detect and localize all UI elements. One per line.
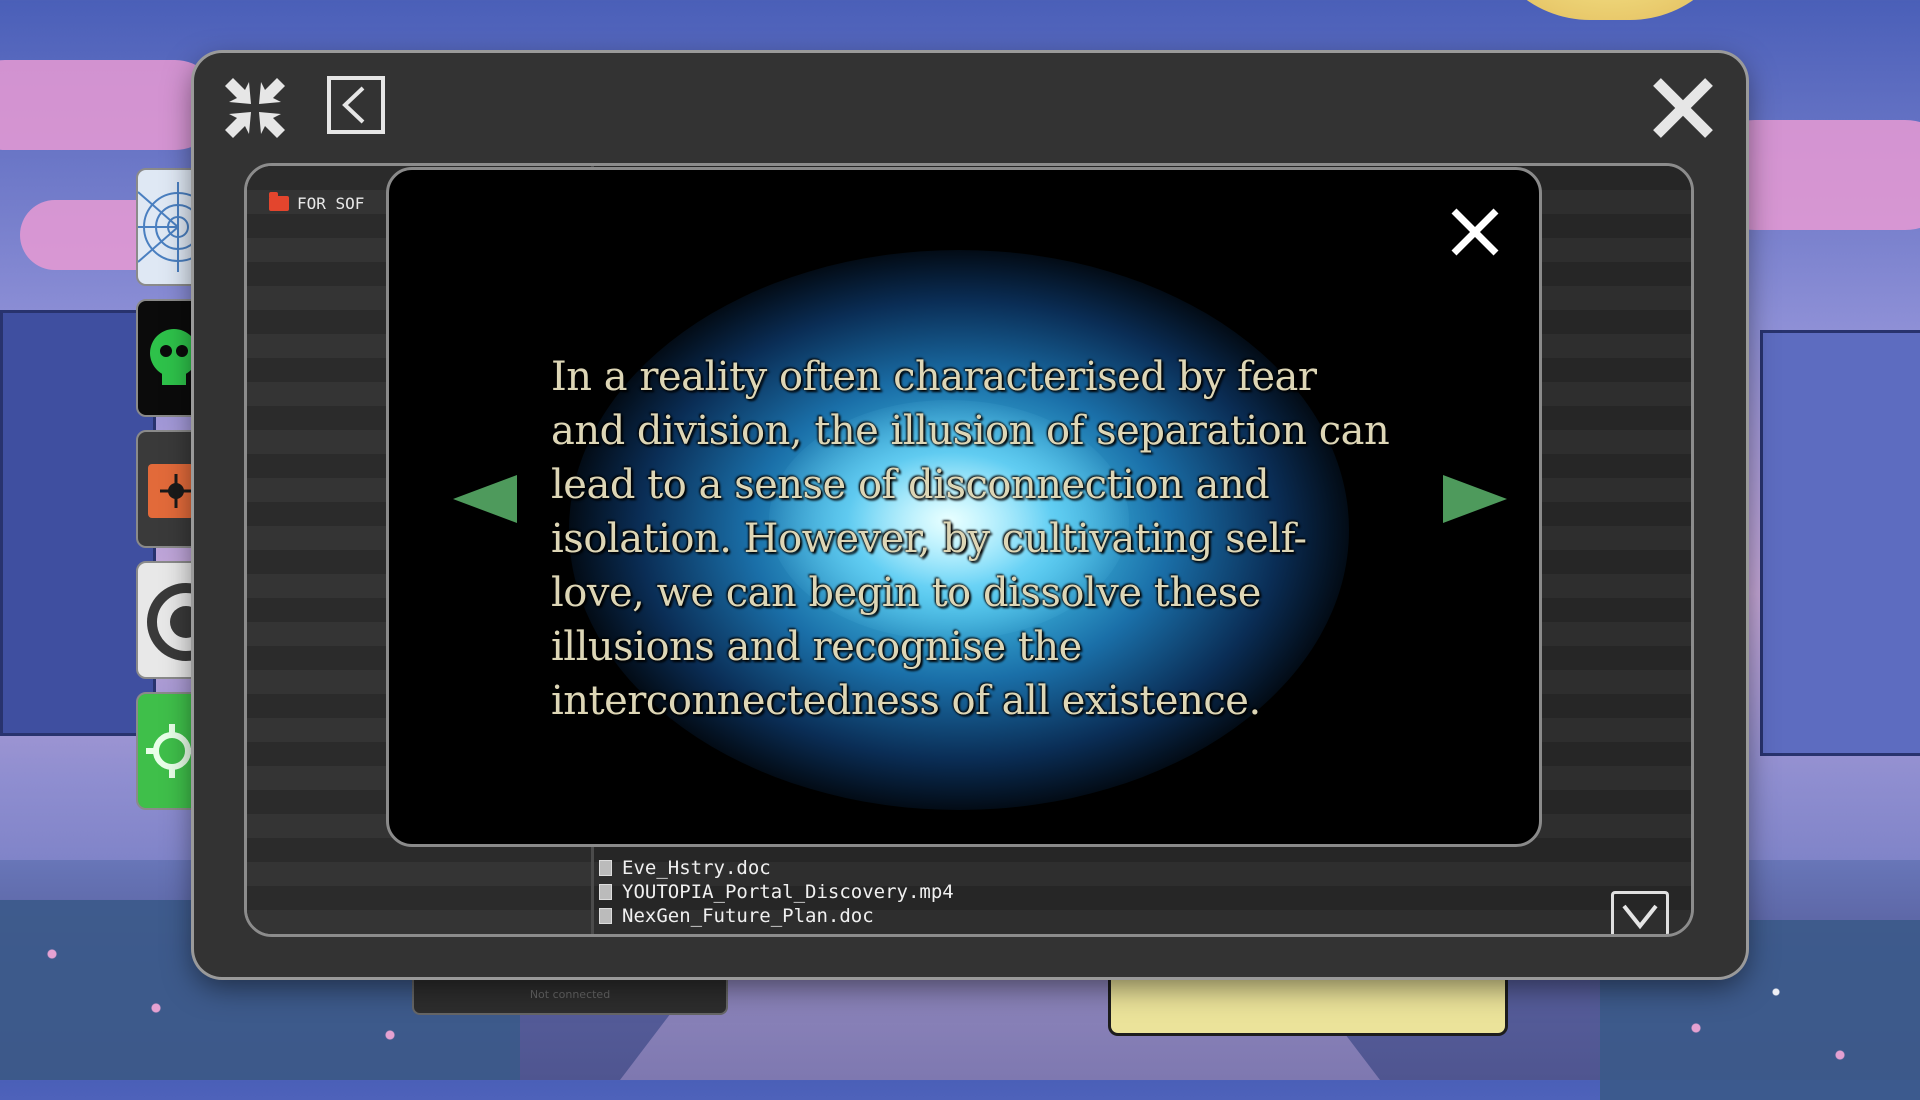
chevron-down-icon bbox=[1622, 904, 1658, 930]
folder-icon bbox=[269, 192, 289, 211]
previous-button[interactable] bbox=[453, 475, 517, 523]
sticky-note[interactable] bbox=[1108, 975, 1508, 1036]
document-icon bbox=[599, 908, 612, 924]
document-icon bbox=[599, 884, 612, 900]
next-button[interactable] bbox=[1443, 475, 1507, 523]
file-name: NexGen_Future_Plan.doc bbox=[622, 905, 874, 927]
app-dock bbox=[136, 168, 200, 823]
building bbox=[1760, 330, 1920, 756]
file-item[interactable]: YOUTOPIA_Portal_Discovery.mp4 bbox=[599, 880, 954, 904]
connection-status: Not connected bbox=[529, 988, 611, 1001]
document-icon bbox=[599, 860, 612, 876]
dock-item-ring[interactable] bbox=[136, 561, 196, 679]
collapse-arrows-icon bbox=[225, 78, 285, 138]
quote-text: In a reality often characterised by fear… bbox=[551, 354, 1390, 724]
folder-item-for-sof[interactable]: FOR SOF bbox=[269, 192, 365, 213]
collapse-button[interactable] bbox=[222, 75, 288, 141]
dock-item-virus[interactable] bbox=[136, 430, 196, 548]
gray-ring-icon bbox=[147, 583, 194, 661]
quote-viewer-modal: In a reality often characterised by fear… bbox=[386, 167, 1542, 847]
building bbox=[0, 310, 156, 736]
file-name: YOUTOPIA_Portal_Discovery.mp4 bbox=[622, 881, 954, 903]
back-chevron-icon bbox=[327, 76, 385, 134]
dock-item-skull[interactable] bbox=[136, 299, 196, 417]
file-name: Eve_Hstry.doc bbox=[622, 857, 771, 879]
cloud bbox=[0, 60, 220, 150]
back-button[interactable] bbox=[326, 75, 386, 135]
background-widget: Not connected bbox=[412, 975, 728, 1015]
close-x-icon bbox=[1653, 78, 1713, 138]
dock-item-web[interactable] bbox=[136, 168, 196, 286]
file-list: Eve_Hstry.doc YOUTOPIA_Portal_Discovery.… bbox=[599, 856, 954, 928]
explorer-window: FOR SOF Eve_Hstry.doc YOUTOPIA_Portal_Di… bbox=[194, 53, 1746, 977]
scroll-down-button[interactable] bbox=[1611, 891, 1669, 934]
folder-label: FOR SOF bbox=[297, 194, 365, 213]
spiderweb-icon bbox=[138, 182, 194, 272]
window-close-button[interactable] bbox=[1648, 73, 1718, 143]
file-item[interactable]: NexGen_Future_Plan.doc bbox=[599, 904, 954, 928]
moon bbox=[1480, 0, 1740, 20]
file-item[interactable]: Eve_Hstry.doc bbox=[599, 856, 954, 880]
green-skull-icon bbox=[150, 329, 194, 385]
modal-close-button[interactable] bbox=[1447, 204, 1503, 260]
gear-icon bbox=[146, 724, 194, 778]
close-x-icon bbox=[1451, 208, 1499, 256]
orange-virus-icon bbox=[148, 464, 194, 518]
dock-item-gear[interactable] bbox=[136, 692, 196, 810]
